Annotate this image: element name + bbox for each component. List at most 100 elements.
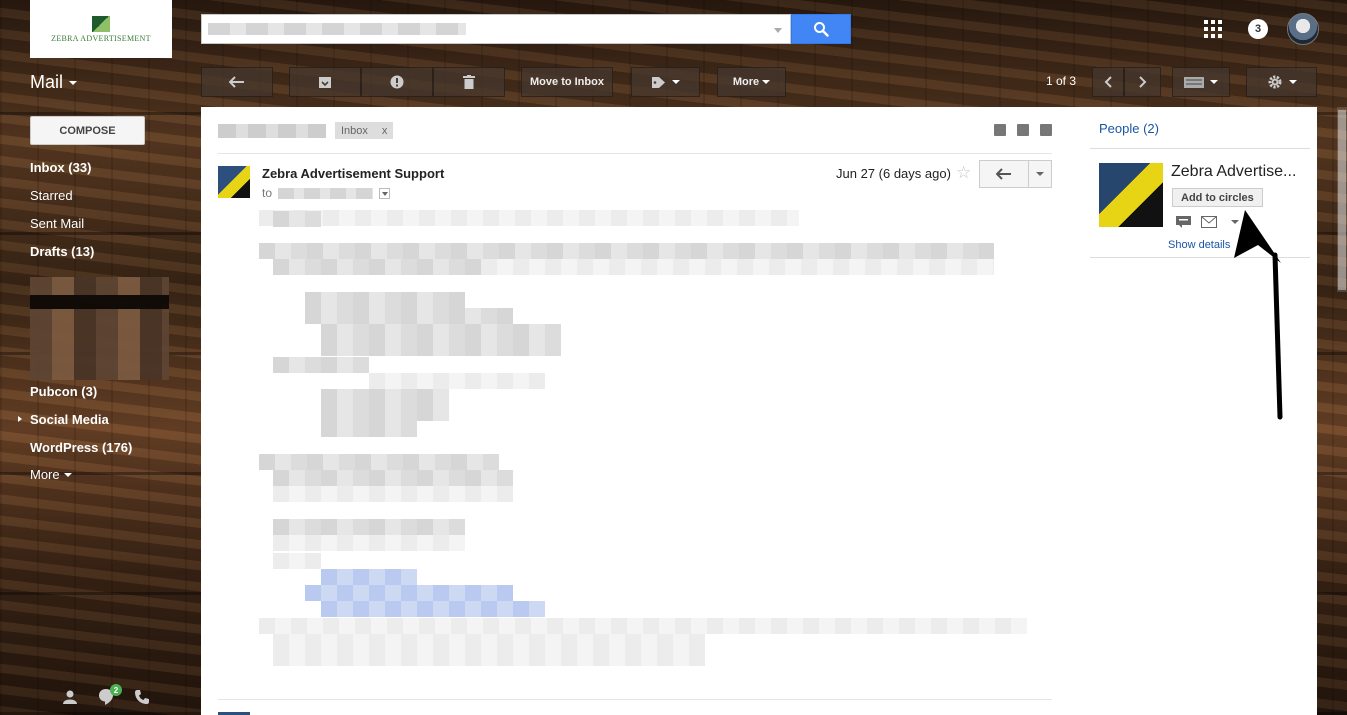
redacted-body-line <box>321 324 561 340</box>
redacted-body-line <box>321 405 449 421</box>
phone-icon[interactable] <box>134 689 150 705</box>
inbox-label-tag[interactable]: Inbox x <box>335 122 394 139</box>
redacted-link[interactable] <box>305 585 513 601</box>
pager-count: 1 of 3 <box>1046 74 1077 88</box>
mail-menu[interactable]: Mail <box>30 72 78 93</box>
search-query-redacted <box>208 23 466 35</box>
message-pane: Inbox x Zebra Advertisement Support to J… <box>201 107 1081 715</box>
star-icon[interactable]: ☆ <box>956 163 971 183</box>
redacted-body-line <box>321 421 417 437</box>
labels-button[interactable] <box>631 67 700 97</box>
sidebar-item-inbox[interactable]: Inbox (33) <box>30 160 91 175</box>
search-options-chevron-icon[interactable] <box>774 28 782 33</box>
show-details-link[interactable]: Show details <box>1168 239 1230 251</box>
redacted-body-line <box>273 519 465 535</box>
back-to-inbox-button[interactable] <box>201 67 273 97</box>
redacted-body-line <box>481 259 994 275</box>
report-spam-icon <box>390 75 404 89</box>
newer-button[interactable] <box>1092 67 1124 97</box>
more-actions-label: More <box>732 76 760 88</box>
redacted-link[interactable] <box>321 569 417 585</box>
sender-avatar[interactable] <box>218 166 250 198</box>
redacted-body-line <box>273 357 369 373</box>
reply-button[interactable] <box>979 160 1029 188</box>
sidebar-item-starred[interactable]: Starred <box>30 188 73 203</box>
archive-icon <box>319 76 331 88</box>
chat-icon[interactable] <box>1176 216 1191 228</box>
contact-name[interactable]: Zebra Advertise... <box>1171 163 1311 181</box>
move-to-inbox-button[interactable]: Move to Inbox <box>521 67 613 97</box>
chevron-down-icon <box>1210 80 1218 84</box>
delete-button[interactable] <box>433 67 505 97</box>
redacted-body-line <box>273 634 705 650</box>
chevron-right-icon <box>1138 76 1146 88</box>
sidebar-item-wordpress[interactable]: WordPress (176) <box>30 440 132 455</box>
divider <box>1090 148 1310 149</box>
hangouts-count-badge: 2 <box>110 684 122 696</box>
apps-grid-icon[interactable] <box>1204 20 1222 38</box>
input-tools-button[interactable] <box>1172 67 1230 97</box>
chevron-left-icon <box>1104 76 1112 88</box>
zebra-logo[interactable]: ZEBRA ADVERTISEMENT <box>30 0 172 58</box>
gear-icon <box>1268 75 1281 89</box>
redacted-labels <box>30 277 169 380</box>
redacted-body-line <box>321 340 561 356</box>
settings-button[interactable] <box>1246 67 1317 97</box>
reply-group <box>979 160 1052 188</box>
scrollbar-thumb[interactable] <box>1338 110 1346 290</box>
keyboard-icon <box>1184 76 1204 88</box>
search-input[interactable] <box>201 14 791 44</box>
notifications-badge[interactable]: 3 <box>1248 19 1268 39</box>
redacted-body-line <box>259 243 994 259</box>
more-reply-options-button[interactable] <box>1029 160 1052 188</box>
annotation-arrow-icon <box>1234 210 1283 420</box>
search-icon <box>814 22 829 37</box>
redacted-body-line <box>273 259 481 275</box>
compose-button[interactable]: COMPOSE <box>30 116 145 145</box>
search-button[interactable] <box>791 14 851 44</box>
to-prefix: to <box>262 186 273 200</box>
sidebar-item-pubcon[interactable]: Pubcon (3) <box>30 384 97 399</box>
sender-name[interactable]: Zebra Advertisement Support <box>262 166 444 181</box>
divider <box>218 153 1052 154</box>
chevron-down-icon <box>762 80 771 84</box>
print-icon[interactable] <box>1017 124 1029 136</box>
contacts-person-icon[interactable] <box>62 689 78 705</box>
recipient-redacted <box>278 187 374 199</box>
new-window-icon[interactable] <box>1040 124 1052 136</box>
hangouts-bar: 2 <box>62 684 150 706</box>
redacted-link[interactable] <box>321 601 545 617</box>
email-envelope-icon[interactable] <box>1201 216 1217 228</box>
contact-avatar[interactable] <box>1099 163 1163 227</box>
subject-redacted <box>218 124 326 138</box>
archive-button[interactable] <box>289 67 361 97</box>
redacted-body-line <box>321 389 449 405</box>
divider <box>218 699 1052 700</box>
sidebar-item-social-media[interactable]: Social Media <box>30 412 109 427</box>
thread-actions <box>994 124 1052 136</box>
remove-label-button[interactable]: x <box>382 125 388 137</box>
more-actions-button[interactable]: More <box>717 67 786 97</box>
redacted-body-line <box>273 486 513 502</box>
chevron-down-icon <box>63 472 72 477</box>
redacted-body-line <box>273 470 513 486</box>
sidebar-item-sent-mail[interactable]: Sent Mail <box>30 216 84 231</box>
logo-text: ZEBRA ADVERTISEMENT <box>51 33 151 43</box>
sidebar-item-drafts[interactable]: Drafts (13) <box>30 244 94 259</box>
redacted-body-line <box>273 553 321 569</box>
people-title[interactable]: People (2) <box>1099 121 1159 136</box>
chevron-down-icon <box>1288 80 1297 84</box>
chevron-down-icon <box>69 80 78 85</box>
reply-arrow-icon <box>996 168 1011 180</box>
sidebar-item-more[interactable]: More <box>30 467 72 482</box>
show-details-dropdown-icon[interactable] <box>379 187 391 199</box>
chevron-down-icon <box>672 80 680 84</box>
account-avatar[interactable] <box>1287 13 1319 45</box>
older-button[interactable] <box>1124 67 1161 97</box>
redacted-body-line <box>273 535 465 551</box>
expand-all-icon[interactable] <box>994 124 1006 136</box>
redacted-body-line <box>259 454 499 470</box>
redacted-body-line <box>273 650 705 666</box>
expand-arrow-icon[interactable] <box>18 416 22 422</box>
report-spam-button[interactable] <box>361 67 433 97</box>
